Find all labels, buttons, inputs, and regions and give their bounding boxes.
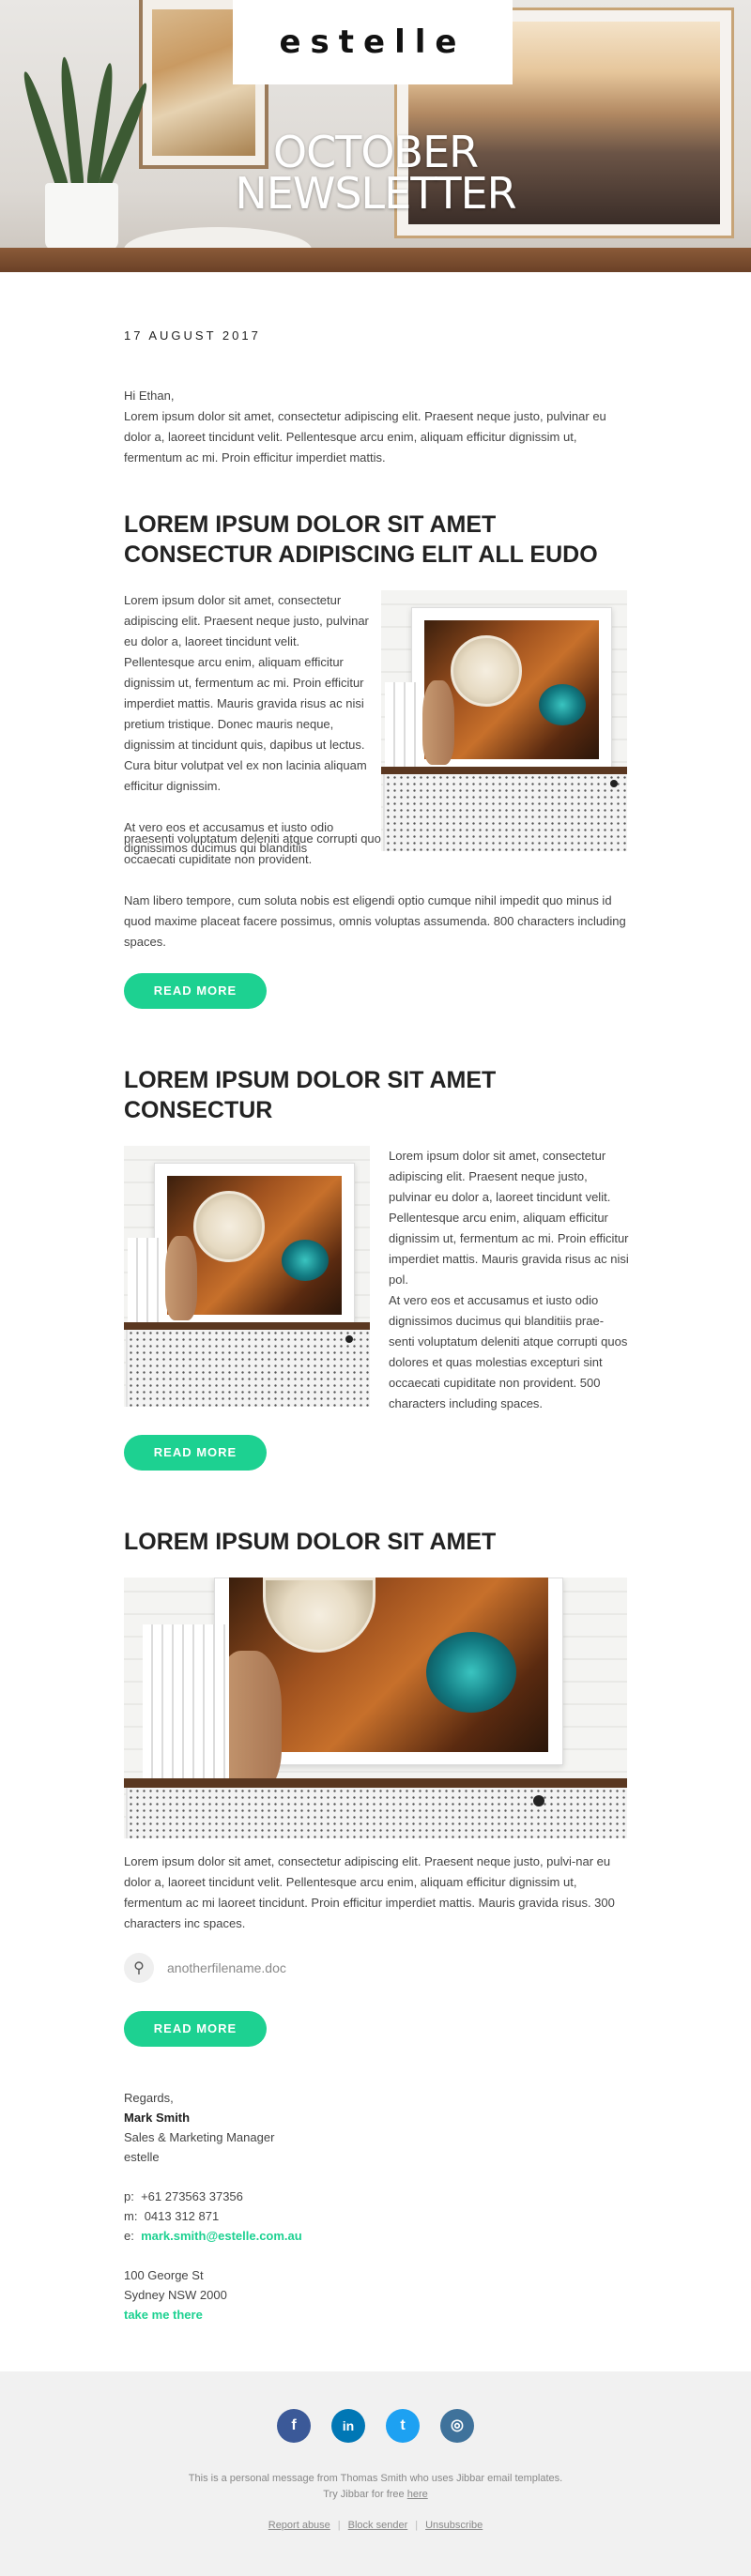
article-2-image — [124, 1146, 370, 1407]
article-1-image — [381, 590, 627, 851]
article-1: LOREM IPSUM DOLOR SIT AMET CONSECTUR ADI… — [124, 510, 627, 1009]
article-2: LOREM IPSUM DOLOR SIT AMET CONSECTUR Lor… — [124, 1065, 629, 1471]
email-footer: f in t ◎ This is a personal message from… — [0, 2371, 751, 2576]
address-line-1: 100 George St — [124, 2268, 204, 2282]
hero-banner: estelle OCTOBER NEWSLETTER — [0, 0, 751, 272]
footer-note-1: This is a personal message from Thomas S… — [188, 2473, 563, 2484]
report-abuse-link[interactable]: Report abuse — [268, 2520, 330, 2531]
article-2-title: LOREM IPSUM DOLOR SIT AMET CONSECTUR — [124, 1067, 497, 1123]
footer-note: This is a personal message from Thomas S… — [0, 2471, 751, 2503]
phone-number: +61 273563 37356 — [141, 2189, 243, 2203]
salutation: Hi Ethan, — [124, 389, 175, 403]
read-more-button-1[interactable]: READ MORE — [124, 973, 267, 1009]
newsletter-title: OCTOBER NEWSLETTER — [0, 127, 751, 219]
address-line-2: Sydney NSW 2000 — [124, 2288, 227, 2302]
article-3-image — [124, 1578, 627, 1838]
sender-role: Sales & Marketing Manager — [124, 2130, 275, 2144]
article-3-text: Lorem ipsum dolor sit amet, consectetur … — [124, 1854, 615, 1930]
brand-logo: estelle — [279, 23, 467, 61]
unsubscribe-link[interactable]: Unsubscribe — [425, 2520, 483, 2531]
title-line-1: OCTOBER — [272, 127, 479, 177]
linkedin-icon[interactable]: in — [331, 2409, 365, 2443]
mobile-number: 0413 312 871 — [144, 2209, 220, 2223]
article-2-text-2: At vero eos et accusamus et iusto odio d… — [389, 1293, 628, 1410]
article-3: LOREM IPSUM DOLOR SIT AMET Lorem ipsum d… — [124, 1527, 627, 2047]
mobile-label: m: — [124, 2209, 138, 2223]
jibbar-link[interactable]: here — [407, 2489, 428, 2500]
article-2-text: Lorem ipsum dolor sit amet, consectetur … — [389, 1149, 629, 1287]
email-content: 17 AUGUST 2017 Hi Ethan, Lorem ipsum dol… — [124, 272, 629, 2324]
sender-company: estelle — [124, 2150, 160, 2164]
twitter-icon[interactable]: t — [386, 2409, 420, 2443]
email-link[interactable]: mark.smith@estelle.com.au — [141, 2229, 302, 2243]
signature: Regards, Mark Smith Sales & Marketing Ma… — [124, 2088, 627, 2324]
read-more-button-3[interactable]: READ MORE — [124, 2011, 267, 2047]
attachment-filename[interactable]: anotherfilename.doc — [167, 1960, 286, 1975]
social-links: f in t ◎ — [0, 2409, 751, 2443]
instagram-icon[interactable]: ◎ — [440, 2409, 474, 2443]
paperclip-icon: ⚲ — [124, 1953, 154, 1983]
article-1-title: LOREM IPSUM DOLOR SIT AMET CONSECTUR ADI… — [124, 511, 598, 568]
footer-note-2: Try Jibbar for free — [323, 2489, 407, 2500]
sender-name: Mark Smith — [124, 2111, 191, 2125]
article-3-title: LOREM IPSUM DOLOR SIT AMET — [124, 1529, 497, 1555]
newsletter-date: 17 AUGUST 2017 — [124, 328, 261, 343]
article-1-text: Lorem ipsum dolor sit amet, consectetur … — [124, 593, 369, 793]
phone-label: p: — [124, 2189, 134, 2203]
wooden-shelf — [0, 248, 751, 272]
map-link[interactable]: take me there — [124, 2308, 203, 2322]
title-line-2: NEWSLETTER — [235, 168, 516, 219]
greeting: Hi Ethan, Lorem ipsum dolor sit amet, co… — [124, 386, 627, 468]
logo-box: estelle — [233, 0, 513, 84]
footer-links: Report abuse | Block sender | Unsubscribe — [268, 2520, 483, 2531]
email-label: e: — [124, 2229, 134, 2243]
greeting-body: Lorem ipsum dolor sit amet, consectetur … — [124, 409, 606, 465]
regards: Regards, — [124, 2091, 174, 2105]
block-sender-link[interactable]: Block sender — [348, 2520, 408, 2531]
facebook-icon[interactable]: f — [277, 2409, 311, 2443]
read-more-button-2[interactable]: READ MORE — [124, 1435, 267, 1471]
attachment[interactable]: ⚲ anotherfilename.doc — [124, 1953, 627, 1983]
article-1-text-2: At vero eos et accusamus et iusto odio d… — [124, 820, 334, 855]
open-book — [124, 227, 312, 250]
